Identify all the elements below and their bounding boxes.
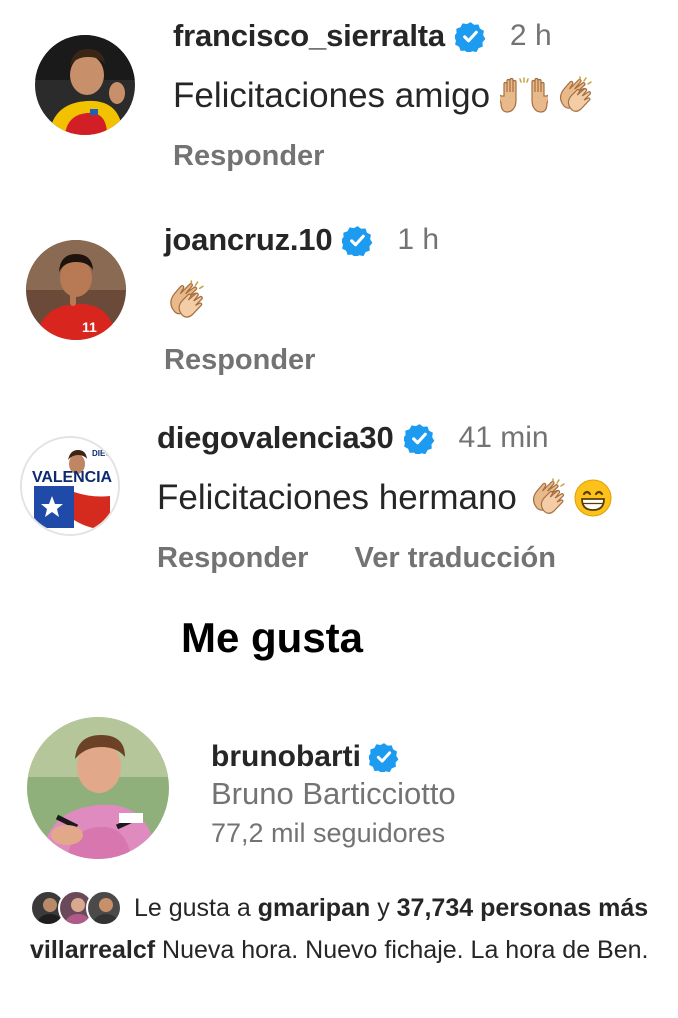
liker-full-name: Bruno Barticciotto [211, 776, 456, 811]
comment-text: Felicitaciones amigo [173, 76, 491, 115]
verified-badge-icon [455, 21, 486, 52]
likes-section-title: Me gusta [181, 614, 364, 661]
reply-button[interactable]: Responder [164, 344, 315, 377]
avatar[interactable] [35, 35, 135, 135]
caption-username[interactable]: villarrealcf [30, 936, 155, 964]
comment-item: 11 joancruz.10 1 h Responder [0, 200, 678, 400]
liker-row[interactable]: brunobarti Bruno Barticciotto 77,2 mil s… [0, 712, 678, 862]
post-caption: villarrealcf Nueva hora. Nuevo fichaje. … [30, 936, 648, 965]
grinning-face-icon [573, 478, 613, 518]
raising-hands-icon [500, 76, 548, 116]
liker-avatars-stack [30, 890, 122, 926]
likes-summary-text: Le gusta a gmaripan y 37,734 personas má… [134, 894, 648, 923]
likes-prefix: Le gusta a [134, 893, 251, 922]
avatar[interactable]: DIEGO VALENCIA [20, 436, 120, 536]
clapping-hands-icon [164, 280, 206, 322]
avatar-text: DIEGO [92, 449, 118, 458]
comment-time: 1 h [397, 223, 440, 256]
comment-username[interactable]: francisco_sierralta [173, 18, 445, 54]
clapping-hands-icon [527, 478, 567, 518]
likes-summary[interactable]: Le gusta a gmaripan y 37,734 personas má… [30, 890, 648, 926]
verified-badge-icon [342, 225, 373, 256]
comment-item: francisco_sierralta 2 h Felicitaciones a… [0, 0, 678, 200]
liker-followers: 77,2 mil seguidores [211, 818, 446, 848]
comment-time: 41 min [458, 421, 549, 454]
see-translation-button[interactable]: Ver traducción [354, 542, 555, 575]
avatar [86, 890, 122, 926]
avatar[interactable] [27, 717, 169, 859]
likes-others-link[interactable]: 37,734 personas más [397, 894, 649, 922]
clapping-hands-icon [554, 76, 594, 116]
likes-connector: y [377, 893, 390, 922]
comment-item: DIEGO VALENCIA diegovalencia30 41 min Fe… [0, 400, 678, 600]
caption-text: Nueva hora. Nuevo fichaje. La hora de Be… [162, 936, 649, 964]
reply-button[interactable]: Responder [173, 140, 324, 173]
svg-text:11: 11 [82, 319, 97, 335]
comment-username[interactable]: joancruz.10 [164, 222, 333, 258]
comment-time: 2 h [509, 19, 552, 52]
comment-text: Felicitaciones hermano [157, 478, 517, 517]
verified-badge-icon [369, 742, 399, 772]
likes-user-link[interactable]: gmaripan [258, 894, 371, 922]
avatar[interactable]: 11 [26, 240, 126, 340]
reply-button[interactable]: Responder [157, 542, 308, 575]
liker-username[interactable]: brunobarti [211, 740, 361, 774]
verified-badge-icon [404, 423, 435, 454]
avatar-text: VALENCIA [32, 469, 112, 486]
comment-username[interactable]: diegovalencia30 [157, 420, 394, 456]
